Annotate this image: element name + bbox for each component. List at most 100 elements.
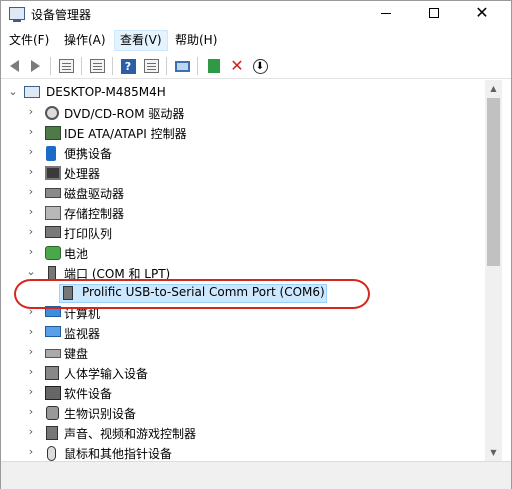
chevron-right-icon[interactable]: ›	[25, 126, 37, 138]
tree-item[interactable]: › 打印队列	[1, 223, 485, 243]
battery-icon	[45, 246, 61, 260]
tree-item[interactable]: › 处理器	[1, 163, 485, 183]
mouse-icon	[47, 446, 56, 461]
chevron-right-icon[interactable]: ›	[25, 106, 37, 118]
tree-item[interactable]: › 磁盘驱动器	[1, 183, 485, 203]
list-view-icon[interactable]	[141, 56, 161, 76]
chevron-right-icon[interactable]: ›	[25, 186, 37, 198]
computer-root-icon	[24, 86, 40, 98]
disc-drive-icon	[45, 106, 59, 120]
port-icon	[48, 266, 56, 280]
chevron-right-icon[interactable]: ›	[25, 366, 37, 378]
close-button[interactable]: ✕	[459, 1, 505, 27]
menu-action[interactable]: 操作(A)	[59, 30, 111, 51]
tree-item-label: DVD/CD-ROM 驱动器	[64, 107, 185, 121]
tree-item-label: 键盘	[64, 347, 89, 361]
toolbar-separator	[81, 57, 82, 75]
tree-item[interactable]: › 鼠标和其他指针设备	[1, 443, 485, 461]
tree-item-label: 处理器	[64, 167, 101, 181]
monitor-icon	[45, 326, 61, 337]
tree-item-label: 软件设备	[64, 387, 113, 401]
properties-icon[interactable]	[87, 56, 107, 76]
chevron-right-icon[interactable]: ›	[25, 226, 37, 238]
toolbar-separator	[50, 57, 51, 75]
show-hide-console-tree-icon[interactable]	[56, 56, 76, 76]
tree-item-label: IDE ATA/ATAPI 控制器	[64, 127, 187, 141]
tree-item-label: 生物识别设备	[64, 407, 137, 421]
menu-help[interactable]: 帮助(H)	[170, 30, 222, 51]
tree-item-label: 磁盘驱动器	[64, 187, 125, 201]
tree-item[interactable]: › 人体学输入设备	[1, 363, 485, 383]
menu-bar: 文件(F) 操作(A) 查看(V) 帮助(H)	[1, 30, 511, 52]
window-title: 设备管理器	[31, 8, 92, 22]
download-driver-icon[interactable]: ⬇	[250, 56, 270, 76]
toolbar-separator	[166, 57, 167, 75]
uninstall-device-icon[interactable]: ✕	[227, 56, 247, 76]
tree-item[interactable]: › 软件设备	[1, 383, 485, 403]
tree-item[interactable]: › 键盘	[1, 343, 485, 363]
tree-item[interactable]: › 电池	[1, 243, 485, 263]
biometric-icon	[46, 406, 59, 420]
device-manager-window: 设备管理器 ✕ 文件(F) 操作(A) 查看(V) 帮助(H) ? ✕ ⬇ ⌄ …	[0, 0, 512, 489]
tree-item[interactable]: › 生物识别设备	[1, 403, 485, 423]
tree-item-label: 声音、视频和游戏控制器	[64, 427, 197, 441]
back-arrow-icon[interactable]	[4, 56, 24, 76]
title-bar: 设备管理器 ✕	[1, 1, 511, 27]
tree-item-label: 鼠标和其他指针设备	[64, 447, 173, 461]
device-manager-app-icon	[9, 7, 25, 22]
processor-icon	[45, 166, 61, 180]
toolbar-separator	[112, 57, 113, 75]
disk-drive-icon	[45, 188, 61, 198]
tree-item[interactable]: › DVD/CD-ROM 驱动器	[1, 103, 485, 123]
software-device-icon	[45, 386, 61, 400]
status-bar	[1, 461, 511, 489]
tree-item-label: 便携设备	[64, 147, 113, 161]
tree-item[interactable]: › 存储控制器	[1, 203, 485, 223]
portable-device-icon	[46, 146, 56, 161]
help-icon[interactable]: ?	[118, 56, 138, 76]
scrollbar-thumb[interactable]	[487, 98, 500, 266]
tree-root[interactable]: ⌄ DESKTOP-M485M4H	[1, 83, 485, 103]
ide-controller-icon	[45, 126, 61, 140]
chevron-right-icon[interactable]: ›	[25, 206, 37, 218]
chevron-right-icon[interactable]: ›	[25, 166, 37, 178]
tree-item[interactable]: › 监视器	[1, 323, 485, 343]
menu-file[interactable]: 文件(F)	[4, 30, 54, 51]
chevron-right-icon[interactable]: ›	[25, 406, 37, 418]
tree-item-label: 打印队列	[64, 227, 113, 241]
scroll-down-icon[interactable]: ▼	[485, 444, 502, 461]
maximize-icon	[429, 8, 439, 18]
toolbar: ? ✕ ⬇	[1, 53, 511, 79]
tree-item[interactable]: › IDE ATA/ATAPI 控制器	[1, 123, 485, 143]
chevron-right-icon[interactable]: ›	[25, 326, 37, 338]
scroll-up-icon[interactable]: ▲	[485, 80, 502, 97]
maximize-button[interactable]	[411, 1, 457, 27]
chevron-right-icon[interactable]: ›	[25, 446, 37, 458]
chevron-right-icon[interactable]: ›	[25, 426, 37, 438]
tree-item[interactable]: › 便携设备	[1, 143, 485, 163]
chevron-down-icon[interactable]: ⌄	[25, 266, 37, 278]
storage-controller-icon	[45, 206, 61, 220]
forward-arrow-icon[interactable]	[25, 56, 45, 76]
chevron-right-icon[interactable]: ›	[25, 386, 37, 398]
menu-view[interactable]: 查看(V)	[114, 30, 168, 51]
chevron-right-icon[interactable]: ›	[25, 346, 37, 358]
chevron-down-icon[interactable]: ⌄	[7, 86, 19, 98]
close-icon: ✕	[475, 3, 489, 22]
sound-icon	[46, 426, 58, 440]
tree-item-label: 监视器	[64, 327, 101, 341]
chevron-right-icon[interactable]: ›	[25, 246, 37, 258]
tree-item-label: 存储控制器	[64, 207, 125, 221]
tree-item-label: 人体学输入设备	[64, 367, 149, 381]
toolbar-separator	[197, 57, 198, 75]
tree-item-label: 电池	[64, 247, 89, 261]
tree-root-label: DESKTOP-M485M4H	[46, 85, 166, 99]
minimize-button[interactable]	[363, 1, 409, 27]
update-driver-icon[interactable]	[204, 56, 224, 76]
scan-hardware-icon[interactable]	[172, 56, 192, 76]
annotation-highlight-ellipse	[14, 279, 370, 309]
chevron-right-icon[interactable]: ›	[25, 146, 37, 158]
vertical-scrollbar[interactable]: ▲ ▼	[485, 80, 502, 461]
device-tree: ⌄ DESKTOP-M485M4H › DVD/CD-ROM 驱动器 › IDE…	[1, 80, 485, 461]
tree-item[interactable]: › 声音、视频和游戏控制器	[1, 423, 485, 443]
